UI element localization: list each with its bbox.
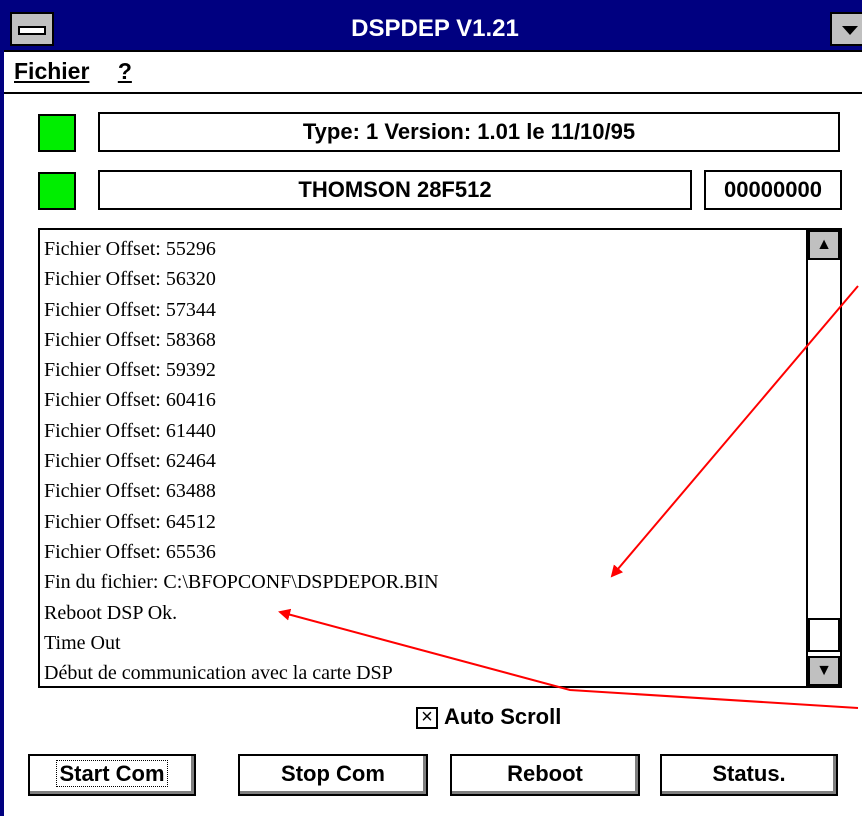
status-button[interactable]: Status.	[660, 754, 838, 796]
menu-bar: Fichier ?	[14, 54, 862, 88]
counter-field: 00000000	[704, 170, 842, 210]
app-window: DSPDEP V1.21 Fichier ? Type: 1 Version: …	[0, 0, 862, 816]
menu-help[interactable]: ?	[118, 54, 132, 88]
log-line: Fichier Offset: 63488	[44, 480, 216, 503]
log-line: Reboot DSP Ok.	[44, 601, 178, 624]
menu-separator	[4, 92, 862, 94]
scroll-up-button[interactable]: ▲	[808, 230, 840, 260]
log-line: Fichier Offset: 58368	[44, 328, 216, 351]
start-com-button[interactable]: Start Com	[28, 754, 196, 796]
minimize-button[interactable]	[830, 12, 862, 46]
version-field: Type: 1 Version: 1.01 le 11/10/95	[98, 112, 840, 152]
window-title: DSPDEP V1.21	[351, 15, 519, 42]
status-led-1	[38, 114, 76, 152]
log-line: Fichier Offset: 64512	[44, 510, 216, 533]
log-line: Fichier Offset: 60416	[44, 389, 216, 412]
device-field: THOMSON 28F512	[98, 170, 692, 210]
log-lines: Fichier Offset: 55296 Fichier Offset: 563…	[44, 234, 806, 682]
auto-scroll-label: Auto Scroll	[444, 704, 562, 729]
log-line: Fichier Offset: 65536	[44, 540, 216, 563]
log-line: Fichier Offset: 61440	[44, 419, 216, 442]
log-line: Début de communication avec la carte DSP	[44, 662, 393, 682]
chevron-down-icon	[842, 26, 858, 35]
log-line: Fichier Offset: 59392	[44, 359, 216, 382]
menu-fichier[interactable]: Fichier	[14, 54, 89, 88]
log-line: Fin du fichier: C:\BFOPCONF\DSPDEPOR.BIN	[44, 571, 439, 594]
checkbox-icon[interactable]: ×	[416, 707, 438, 730]
system-menu-icon[interactable]	[10, 12, 54, 46]
scroll-down-button[interactable]: ▼	[808, 656, 840, 686]
scroll-thumb[interactable]	[808, 618, 840, 652]
log-line: Fichier Offset: 56320	[44, 268, 216, 291]
reboot-button[interactable]: Reboot	[450, 754, 640, 796]
status-led-2	[38, 172, 76, 210]
log-line: Time Out	[44, 631, 121, 654]
log-line: Fichier Offset: 62464	[44, 450, 216, 473]
vertical-scrollbar[interactable]: ▲ ▼	[806, 230, 840, 686]
auto-scroll-checkbox[interactable]: × Auto Scroll	[416, 700, 561, 734]
log-list[interactable]: Fichier Offset: 55296 Fichier Offset: 563…	[38, 228, 842, 688]
title-bar[interactable]: DSPDEP V1.21	[4, 0, 862, 52]
stop-com-button[interactable]: Stop Com	[238, 754, 428, 796]
log-line: Fichier Offset: 55296	[44, 238, 216, 260]
log-line: Fichier Offset: 57344	[44, 298, 216, 321]
